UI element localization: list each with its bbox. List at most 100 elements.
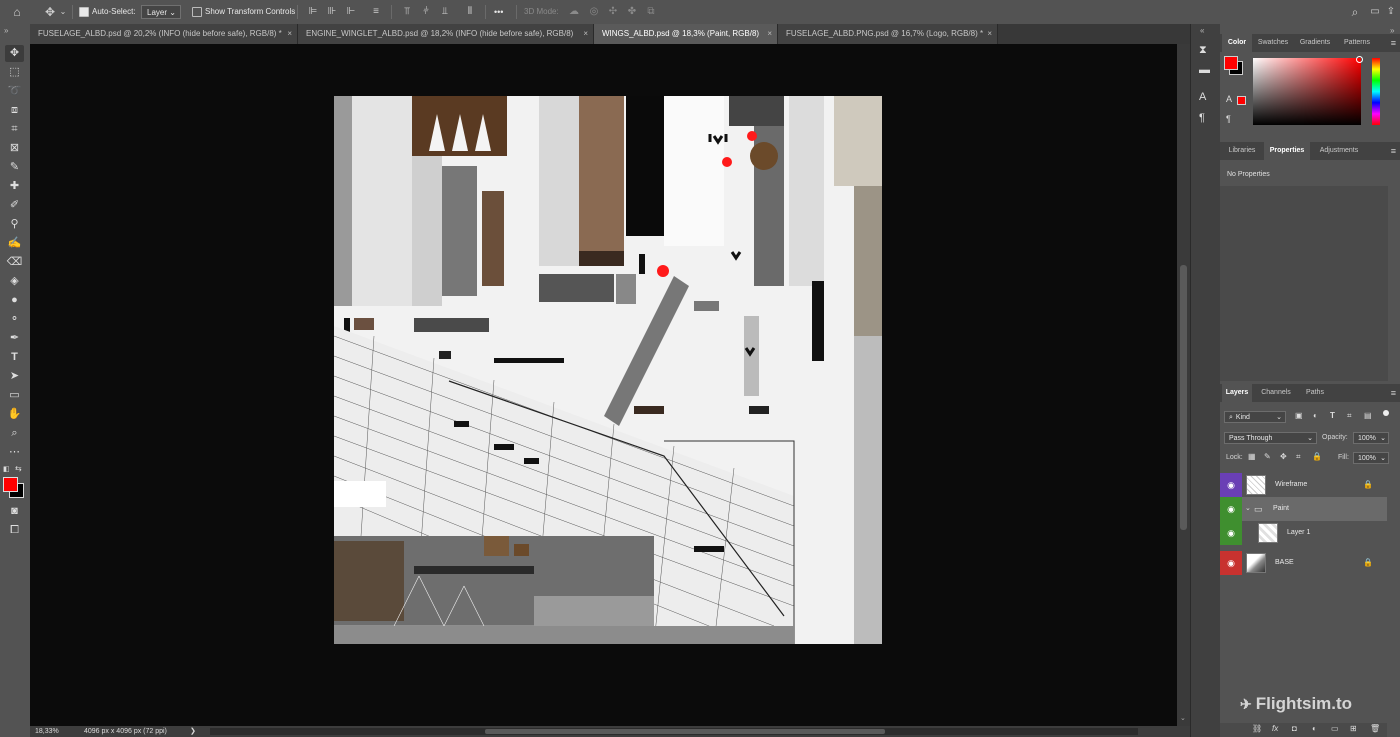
frame-tool-icon[interactable]: ⊠ bbox=[5, 140, 24, 157]
type-tool-icon[interactable]: T bbox=[5, 349, 24, 366]
filter-type-icon[interactable]: T bbox=[1330, 411, 1335, 420]
status-menu-arrow-icon[interactable]: ❯ bbox=[190, 726, 196, 737]
tool-preset-chevron-icon[interactable]: ⌄ bbox=[58, 5, 68, 19]
tab-layers[interactable]: Layers bbox=[1222, 384, 1252, 402]
panel-menu-icon[interactable]: ≡ bbox=[1391, 34, 1396, 52]
screen-mode-icon[interactable]: ⧠ bbox=[5, 522, 24, 539]
filter-smart-object-icon[interactable]: ▤ bbox=[1364, 411, 1372, 420]
align-vcenter-icon[interactable]: ⫩ bbox=[419, 5, 433, 19]
tab-paths[interactable]: Paths bbox=[1300, 384, 1330, 402]
paragraph-icon[interactable]: ¶ bbox=[1226, 114, 1231, 124]
comments-panel-icon[interactable]: ▬ bbox=[1199, 64, 1210, 76]
align-hcenter-icon[interactable]: ⊪ bbox=[325, 5, 339, 19]
close-icon[interactable]: × bbox=[987, 24, 992, 44]
lock-image-icon[interactable]: ✎ bbox=[1264, 452, 1271, 461]
close-icon[interactable]: × bbox=[287, 24, 292, 44]
3d-slide-icon[interactable]: ✤ bbox=[625, 5, 639, 19]
layer-row-paint[interactable]: ◉ ⌄ ▭ Paint bbox=[1220, 497, 1387, 521]
collapse-panels-icon[interactable]: « bbox=[1200, 26, 1204, 35]
layer-row-wireframe[interactable]: ◉ Wireframe 🔒 bbox=[1220, 473, 1387, 497]
foreground-color-swatch[interactable] bbox=[3, 477, 18, 492]
blend-mode-dropdown[interactable]: Pass Through ⌄ bbox=[1224, 432, 1317, 444]
lock-artboard-icon[interactable]: ⌗ bbox=[1296, 452, 1301, 462]
dodge-tool-icon[interactable]: ⚬ bbox=[5, 311, 24, 328]
distribute-vertical-icon[interactable]: ≡ bbox=[369, 5, 383, 19]
opacity-field[interactable]: 100% ⌄ bbox=[1353, 432, 1389, 444]
foreground-color-chip[interactable] bbox=[1224, 56, 1238, 70]
link-layers-icon[interactable]: ⛓ bbox=[1252, 724, 1262, 733]
group-expand-chevron-icon[interactable]: ⌄ bbox=[1245, 497, 1251, 521]
move-tool-icon[interactable]: ✥ bbox=[5, 45, 24, 62]
show-transform-checkbox[interactable]: Show Transform Controls bbox=[192, 0, 295, 24]
tab-libraries[interactable]: Libraries bbox=[1222, 142, 1262, 160]
3d-roll-icon[interactable]: ◎ bbox=[587, 5, 601, 19]
adjustment-layer-icon[interactable]: ◐ bbox=[1312, 724, 1317, 733]
filter-toggle-icon[interactable] bbox=[1383, 410, 1389, 416]
fill-field[interactable]: 100% ⌄ bbox=[1353, 452, 1389, 464]
collapse-toolbar-icon[interactable]: » bbox=[4, 26, 8, 35]
tab-wings-albd[interactable]: WINGS_ALBD.psd @ 18,3% (Paint, RGB/8) × bbox=[594, 24, 778, 44]
filter-pixel-icon[interactable]: ▣ bbox=[1295, 411, 1303, 420]
vertical-scrollbar-thumb[interactable] bbox=[1180, 265, 1187, 530]
home-icon[interactable]: ⌂ bbox=[8, 5, 26, 19]
visibility-eye-icon[interactable]: ◉ bbox=[1220, 521, 1242, 545]
align-right-icon[interactable]: ⊩ bbox=[344, 5, 358, 19]
new-layer-icon[interactable]: ⊞ bbox=[1350, 724, 1357, 733]
align-bottom-icon[interactable]: ⫫ bbox=[438, 5, 452, 19]
panel-menu-icon[interactable]: ≡ bbox=[1391, 142, 1396, 160]
history-brush-tool-icon[interactable]: ✍ bbox=[5, 235, 24, 252]
character-panel-icon[interactable]: A bbox=[1199, 91, 1206, 103]
delete-layer-icon[interactable]: 🗑 bbox=[1370, 724, 1380, 733]
lasso-tool-icon[interactable]: ➰ bbox=[5, 83, 24, 100]
color-picker-marker[interactable] bbox=[1356, 56, 1363, 63]
lock-position-icon[interactable]: ✥ bbox=[1280, 452, 1287, 461]
workspace-icon[interactable]: ▭ bbox=[1368, 5, 1382, 19]
text-color-icon[interactable]: A bbox=[1226, 94, 1232, 104]
eyedropper-tool-icon[interactable]: ✎ bbox=[5, 159, 24, 176]
marquee-tool-icon[interactable]: ⬚ bbox=[5, 64, 24, 81]
tab-adjustments[interactable]: Adjustments bbox=[1312, 142, 1366, 160]
new-group-icon[interactable]: ▭ bbox=[1331, 724, 1339, 733]
close-icon[interactable]: × bbox=[767, 24, 772, 44]
visibility-eye-icon[interactable]: ◉ bbox=[1220, 551, 1242, 575]
filter-adjustment-icon[interactable]: ◐ bbox=[1313, 411, 1318, 420]
default-colors-icon[interactable]: ◧ bbox=[3, 465, 10, 473]
more-options-icon[interactable]: ••• bbox=[494, 0, 503, 24]
move-tool-icon[interactable]: ✥ bbox=[42, 5, 58, 19]
path-selection-tool-icon[interactable]: ➤ bbox=[5, 368, 24, 385]
lock-transparent-icon[interactable]: ▦ bbox=[1248, 452, 1256, 461]
swap-colors-icon[interactable]: ⇆ bbox=[15, 464, 22, 473]
visibility-eye-icon[interactable]: ◉ bbox=[1220, 497, 1242, 521]
paragraph-panel-icon[interactable]: ¶ bbox=[1199, 112, 1205, 124]
healing-brush-tool-icon[interactable]: ✚ bbox=[5, 178, 24, 195]
hue-slider[interactable] bbox=[1372, 58, 1380, 125]
layer-row-base[interactable]: ◉ BASE 🔒 bbox=[1220, 551, 1387, 575]
tab-swatches[interactable]: Swatches bbox=[1254, 34, 1292, 52]
tab-properties[interactable]: Properties bbox=[1264, 142, 1310, 160]
tab-fuselage-albd[interactable]: FUSELAGE_ALBD.psd @ 20,2% (INFO (hide be… bbox=[30, 24, 298, 44]
eraser-tool-icon[interactable]: ⌫ bbox=[5, 254, 24, 271]
align-left-icon[interactable]: ⊫ bbox=[306, 5, 320, 19]
3d-pan-icon[interactable]: ✣ bbox=[606, 5, 620, 19]
text-color-swatch[interactable] bbox=[1237, 96, 1246, 105]
history-panel-icon[interactable]: ⧗ bbox=[1199, 44, 1207, 57]
3d-orbit-icon[interactable]: ☁ bbox=[567, 5, 581, 19]
panel-menu-icon[interactable]: ≡ bbox=[1391, 384, 1396, 402]
horizontal-scrollbar-thumb[interactable] bbox=[485, 729, 885, 734]
visibility-eye-icon[interactable]: ◉ bbox=[1220, 473, 1242, 497]
blur-tool-icon[interactable]: ● bbox=[5, 292, 24, 309]
zoom-tool-icon[interactable]: ⌕ bbox=[5, 425, 24, 442]
zoom-level[interactable]: 18,33% bbox=[35, 726, 59, 737]
tab-color[interactable]: Color bbox=[1222, 34, 1252, 52]
layer-row-layer-1[interactable]: ◉ Layer 1 bbox=[1220, 521, 1387, 545]
fx-icon[interactable]: fx bbox=[1272, 724, 1278, 733]
tab-channels[interactable]: Channels bbox=[1256, 384, 1296, 402]
brush-tool-icon[interactable]: ✐ bbox=[5, 197, 24, 214]
lock-all-icon[interactable]: 🔒 bbox=[1312, 452, 1322, 461]
filter-shape-icon[interactable]: ⌗ bbox=[1347, 411, 1352, 421]
tab-gradients[interactable]: Gradients bbox=[1294, 34, 1336, 52]
3d-scale-icon[interactable]: ⧉ bbox=[644, 5, 658, 19]
tab-fuselage-albd-png[interactable]: FUSELAGE_ALBD.PNG.psd @ 16,7% (Logo, RGB… bbox=[778, 24, 998, 44]
rectangle-tool-icon[interactable]: ▭ bbox=[5, 387, 24, 404]
edit-toolbar-icon[interactable]: ⋯ bbox=[5, 444, 24, 461]
